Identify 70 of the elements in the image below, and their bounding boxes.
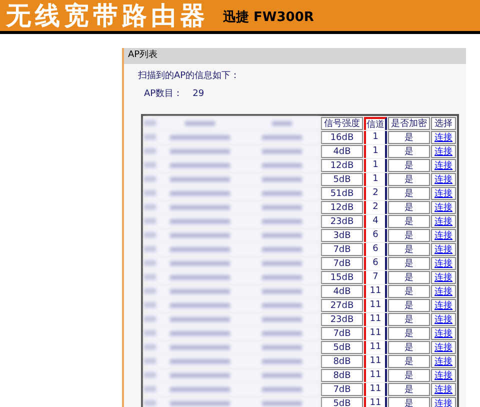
table-cell: 是 [388,158,430,172]
table-cell: 是 [388,270,430,284]
table-cell: 51dB [321,186,363,200]
table-cell: 1 [364,172,387,186]
table-cell: 7dB [321,256,363,270]
table-cell: 5dB [321,172,363,186]
table-cell: 是 [388,382,430,396]
table-cell: 是 [388,228,430,242]
table-cell: 11 [364,396,387,407]
table-cell: 是 [388,354,430,368]
table-cell: 11 [364,340,387,354]
table-cell: 8dB [321,354,363,368]
table-cell: 11 [364,382,387,396]
table-cell: 是 [388,130,430,144]
table-cell: 11 [364,326,387,340]
column-header: 是否加密 [388,116,430,130]
panel-title: AP列表 [128,49,158,62]
table-cell: 3dB [321,228,363,242]
table-cell: 是 [388,284,430,298]
table-cell: 1 [364,144,387,158]
column-header: 信道 [364,116,387,130]
table-cell: 23dB [321,214,363,228]
table-cell: 11 [364,284,387,298]
header-title: 无线宽带路由器 [6,3,209,28]
table-cell: 是 [388,186,430,200]
table-cell: 是 [388,242,430,256]
table-cell: 1 [364,158,387,172]
table-cell: 是 [388,326,430,340]
table-cell: 6 [364,242,387,256]
column-header: 信号强度 [321,116,363,130]
table-cell: 是 [388,312,430,326]
table-cell: 12dB [321,158,363,172]
table-cell: 是 [388,172,430,186]
table-cell: 5dB [321,340,363,354]
table-cell: 11 [364,354,387,368]
table-cell: 是 [388,256,430,270]
column-header: 选择 [431,116,456,130]
table-cell: 11 [364,298,387,312]
table-cell: 6 [364,228,387,242]
ap-count: 29 [192,88,204,100]
table-cell: 12dB [321,200,363,214]
table-cell: 4dB [321,144,363,158]
table-cell: 是 [388,298,430,312]
table-cell: 15dB [321,270,363,284]
table-cell: 是 [388,200,430,214]
table-cell: 1 [364,130,387,144]
table-cell: 4 [364,214,387,228]
ap-count-label: AP数目： [144,88,183,100]
table-cell: 16dB [321,130,363,144]
table-cell: 是 [388,214,430,228]
scan-intro: 扫描到的AP的信息如下： [138,70,241,83]
table-cell: 4dB [321,284,363,298]
table-cell: 11 [364,312,387,326]
table-cell: 11 [364,368,387,382]
table-cell: 是 [388,144,430,158]
table-cell: 是 [388,340,430,354]
table-cell: 27dB [321,298,363,312]
table-cell: 7dB [321,242,363,256]
table-cell: 2 [364,186,387,200]
table-cell: 23dB [321,312,363,326]
table-cell: 7dB [321,326,363,340]
table-cell: 7dB [321,382,363,396]
table-cell: 2 [364,200,387,214]
model-name: 迅捷 FW300R [223,8,314,27]
table-cell: 是 [388,396,430,407]
table-cell: 6 [364,256,387,270]
table-cell: 7 [364,270,387,284]
table-cell: 是 [388,368,430,382]
table-cell: 8dB [321,368,363,382]
table-cell: 5dB [321,396,363,407]
